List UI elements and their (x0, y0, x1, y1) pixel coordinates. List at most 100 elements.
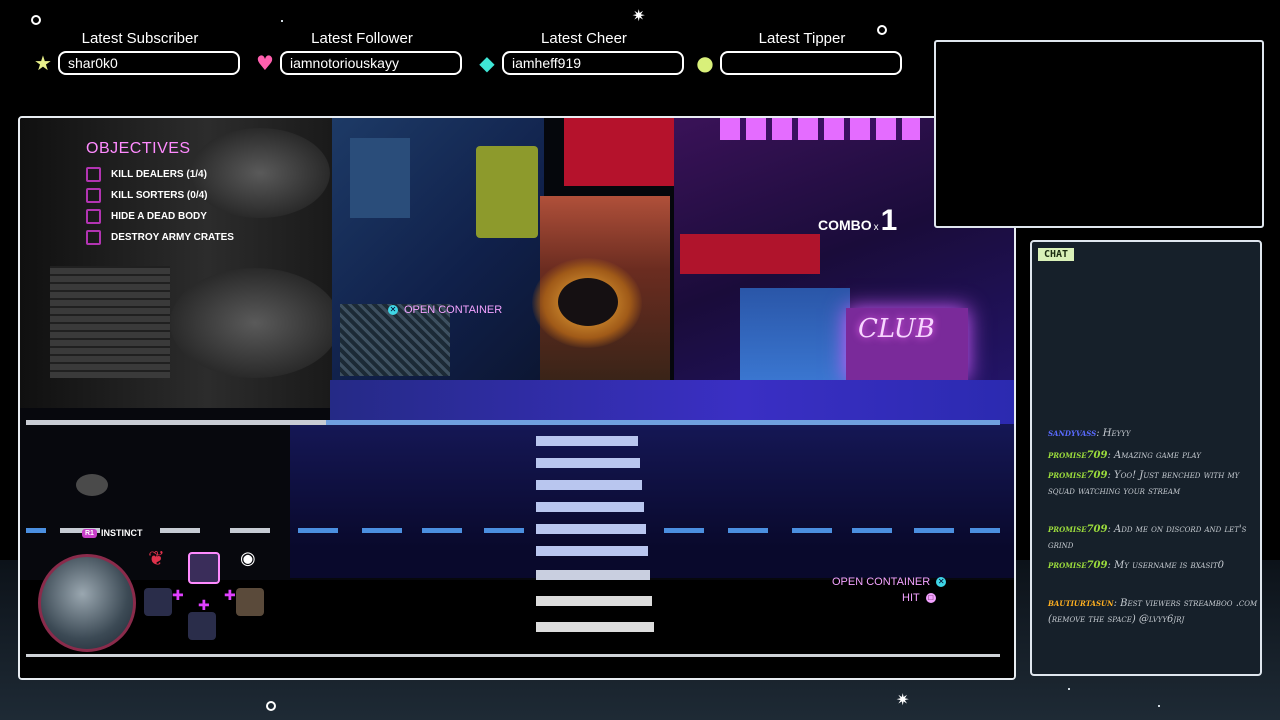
combo-counter: COMBO x1 (818, 204, 897, 238)
ability-slot (144, 588, 172, 616)
objective-item: DESTROY ARMY CRATES (86, 229, 234, 245)
lane-dash (792, 528, 832, 533)
lane-dash (362, 528, 402, 533)
chat-username: promise709 (1048, 450, 1108, 461)
objective-label: KILL DEALERS (1/4) (111, 168, 207, 180)
open-container-world-prompt: ✕ OPEN CONTAINER (388, 304, 502, 316)
star-icon: ★ (34, 51, 52, 75)
item-slot (236, 588, 264, 616)
crosswalk-stripe (536, 570, 650, 580)
crosswalk-stripe (536, 546, 648, 556)
chat-message: bautiurtasun: Best viewers streamboo .co… (1048, 598, 1258, 625)
objective-item: KILL DEALERS (1/4) (86, 166, 207, 182)
ability-slot (188, 612, 216, 640)
gem-icon: ◆ (479, 51, 495, 75)
alert-title: Latest Subscriber (81, 30, 199, 47)
lane-dash (728, 528, 768, 533)
dpad-down-icon: ✚ (198, 598, 210, 614)
chat-username: sandyvass (1048, 428, 1097, 439)
lane-dash (298, 528, 338, 533)
objective-item: HIDE A DEAD BODY (86, 208, 207, 224)
lungs-icon: ❦ (148, 546, 165, 570)
square-button-icon: □ (925, 593, 936, 603)
objective-label: HIDE A DEAD BODY (111, 210, 207, 222)
combo-count: 1 (880, 204, 898, 237)
red-seats (680, 234, 820, 274)
curb-line (26, 420, 1000, 425)
lane-dash (160, 528, 200, 533)
crosswalk-stripe (536, 524, 646, 534)
combo-multiplier: x (873, 222, 879, 233)
combo-label: COMBO (818, 217, 872, 233)
alert-value: iamheff919 (502, 51, 684, 75)
open-container-hud-prompt: OPEN CONTAINER ✕ (832, 576, 947, 588)
lane-dash (664, 528, 704, 533)
lane-dash (852, 528, 892, 533)
objectives-title: OBJECTIVES (86, 140, 191, 157)
chat-title: CHAT (1038, 248, 1075, 261)
chat-message: promise709: Add me on discord and let's … (1048, 524, 1247, 551)
lane-dash (484, 528, 524, 533)
chat-username: bautiurtasun (1048, 598, 1114, 609)
hit-prompt: HIT □ (902, 592, 936, 604)
r1-button-icon: R1 (82, 528, 97, 538)
weapon-slot-selected (188, 552, 220, 584)
road-lit (290, 424, 1014, 578)
alert-value: iamnotoriouskayy (280, 51, 462, 75)
chat-message: sandyvass: Heyyy (1048, 428, 1131, 439)
character-portrait (38, 554, 136, 652)
ring-icon (31, 15, 41, 25)
burn-mark (558, 278, 618, 326)
manhole-cover (76, 474, 108, 496)
chat-panel: CHAT sandyvass: Heyyy promise709: Amazin… (1030, 240, 1262, 676)
chat-message: promise709: Amazing game play (1048, 450, 1201, 461)
chat-username: promise709 (1048, 560, 1108, 571)
crosswalk-stripe (536, 622, 654, 632)
checkbox-icon (86, 166, 101, 182)
yellow-car (476, 146, 538, 238)
club-neon-text: CLUB (858, 314, 935, 344)
crosswalk-stripe (536, 596, 652, 606)
star-dot (281, 20, 283, 22)
dumpster (350, 138, 410, 218)
webcam-frame (934, 40, 1264, 228)
prompt-label: HIT (902, 592, 920, 604)
lane-dash (422, 528, 462, 533)
chat-username: promise709 (1048, 524, 1108, 535)
alert-title: Latest Cheer (541, 30, 627, 47)
game-capture: CLUB OBJECTIVES KILL DEALERS (1/4) KILL … (18, 116, 1016, 680)
chat-text: My username is bxasit0 (1114, 560, 1225, 571)
chat-text: Amazing game play (1114, 450, 1201, 461)
objective-label: KILL SORTERS (0/4) (111, 189, 208, 201)
light-spot (170, 268, 340, 378)
alert-title: Latest Follower (311, 30, 413, 47)
dpad-left-icon: ✚ (172, 588, 184, 604)
coin-icon: ● (696, 51, 714, 75)
chat-message: promise709: My username is bxasit0 (1048, 560, 1225, 571)
prompt-label: OPEN CONTAINER (404, 304, 503, 316)
ring-icon (266, 701, 276, 711)
road-edge-line (26, 654, 1000, 657)
crosswalk-stripe (536, 502, 644, 512)
chat-message: promise709: Yoo! Just benched with my sq… (1048, 470, 1240, 497)
sparkle-icon: ✷ (632, 6, 646, 25)
prompt-label: OPEN CONTAINER (832, 576, 931, 588)
dpad-right-icon: ✚ (224, 588, 236, 604)
crosswalk-stripe (536, 458, 640, 468)
light-spot (190, 128, 330, 218)
star-dot (1158, 705, 1160, 707)
objective-label: DESTROY ARMY CRATES (111, 231, 234, 243)
crosswalk-stripe (536, 436, 638, 446)
sparkle-icon: ✷ (896, 690, 910, 709)
hidden-eye-icon: ◉ (240, 548, 256, 569)
club-floor (740, 288, 850, 380)
checkbox-icon (86, 229, 101, 245)
lane-dash (970, 528, 1000, 533)
alert-value (720, 51, 902, 75)
star-dot (1068, 688, 1070, 690)
lane-dash (230, 528, 270, 533)
crosswalk-stripe (536, 480, 642, 490)
chat-username: promise709 (1048, 470, 1108, 481)
instinct-label: INSTINCT (100, 528, 143, 538)
red-awning (564, 118, 674, 186)
